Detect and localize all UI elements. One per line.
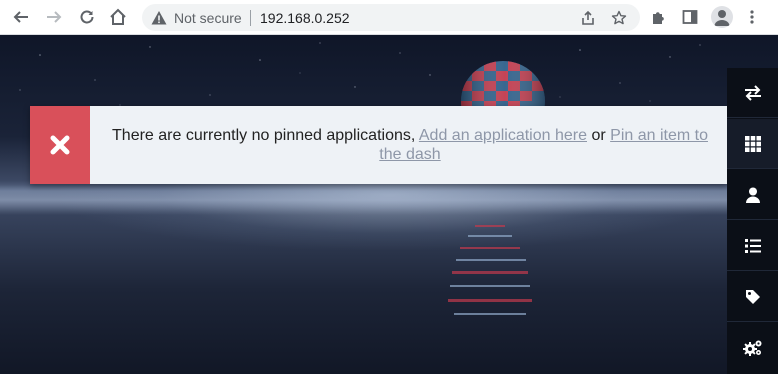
water-reflection bbox=[448, 225, 532, 315]
extensions-button[interactable] bbox=[648, 6, 670, 28]
sidebar-item-tags[interactable] bbox=[727, 272, 778, 322]
arrow-right-icon bbox=[47, 11, 62, 23]
tag-icon bbox=[745, 289, 760, 304]
address-bar[interactable]: Not secure 192.168.0.252 bbox=[142, 4, 640, 31]
close-icon bbox=[50, 135, 70, 155]
menu-button[interactable] bbox=[741, 6, 763, 28]
swap-arrows-icon bbox=[744, 84, 761, 101]
arrow-left-icon bbox=[13, 11, 28, 23]
no-pinned-apps-notice: There are currently no pinned applicatio… bbox=[30, 106, 727, 184]
avatar bbox=[711, 6, 733, 28]
divider bbox=[250, 10, 251, 26]
warning-icon[interactable] bbox=[151, 10, 167, 26]
side-panel-icon bbox=[682, 10, 698, 24]
puzzle-icon bbox=[653, 12, 664, 24]
bookmark-button[interactable] bbox=[609, 8, 629, 28]
user-icon bbox=[714, 10, 730, 26]
side-panel-button[interactable] bbox=[679, 6, 701, 28]
sidebar-item-apps[interactable] bbox=[727, 119, 778, 169]
dashboard-background: There are currently no pinned applicatio… bbox=[0, 35, 778, 374]
add-application-link[interactable]: Add an application here bbox=[419, 127, 587, 144]
cogs-icon bbox=[742, 340, 761, 356]
more-vert-icon bbox=[750, 10, 754, 24]
sidebar-item-settings[interactable] bbox=[727, 323, 778, 373]
sidebar-item-switch[interactable] bbox=[727, 68, 778, 118]
right-sidebar bbox=[727, 68, 778, 374]
back-button[interactable] bbox=[10, 6, 32, 28]
share-button[interactable] bbox=[578, 8, 598, 28]
notice-message: There are currently no pinned applicatio… bbox=[112, 127, 416, 144]
reload-button[interactable] bbox=[76, 6, 98, 28]
reload-icon bbox=[80, 10, 94, 24]
list-icon bbox=[744, 238, 761, 253]
share-icon bbox=[582, 10, 594, 25]
star-icon bbox=[611, 10, 627, 25]
browser-toolbar: Not secure 192.168.0.252 bbox=[0, 0, 778, 35]
forward-button[interactable] bbox=[43, 6, 65, 28]
notice-text: There are currently no pinned applicatio… bbox=[100, 126, 720, 164]
horizon-glow bbox=[0, 185, 778, 215]
dismiss-button[interactable] bbox=[30, 106, 90, 184]
sidebar-item-users[interactable] bbox=[727, 170, 778, 220]
notice-conjunction: or bbox=[591, 127, 606, 144]
home-icon bbox=[110, 8, 126, 25]
profile-button[interactable] bbox=[711, 6, 733, 28]
url-text[interactable]: 192.168.0.252 bbox=[260, 10, 350, 26]
home-button[interactable] bbox=[107, 6, 129, 28]
grid-icon bbox=[744, 135, 761, 152]
security-label[interactable]: Not secure bbox=[174, 10, 242, 26]
sidebar-item-list[interactable] bbox=[727, 221, 778, 271]
user-icon bbox=[745, 187, 760, 203]
